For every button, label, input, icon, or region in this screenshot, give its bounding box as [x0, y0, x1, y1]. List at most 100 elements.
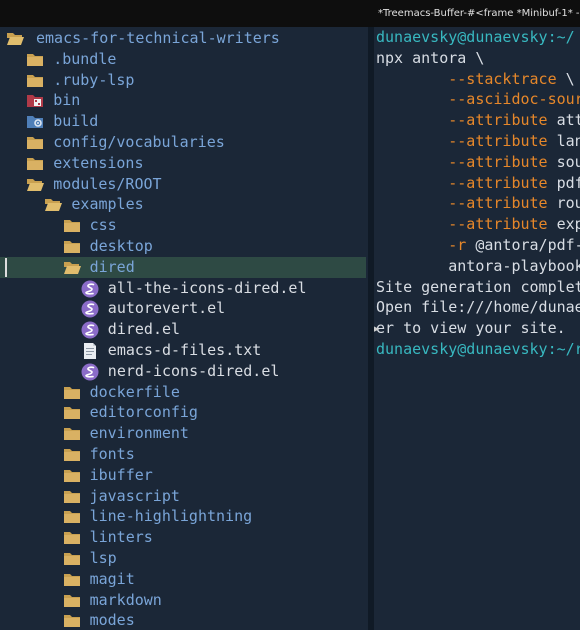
command-flag: -r	[448, 236, 467, 254]
treemacs-panel[interactable]: emacs-for-technical-writers .bundle .ruby-…	[0, 27, 368, 630]
tree-folder-row[interactable]: config/vocabularies	[0, 132, 366, 153]
emacs-icon	[81, 321, 99, 339]
tree-folder-row[interactable]: markdown	[0, 590, 366, 611]
tree-item-label: markdown	[89, 590, 162, 609]
tree-folder-row[interactable]: examples	[0, 194, 366, 215]
tree-item-label: emacs-for-technical-writers	[36, 29, 280, 47]
folder-icon	[63, 425, 81, 442]
tree-folder-row[interactable]: emacs-for-technical-writers	[0, 28, 366, 49]
tree-folder-row[interactable]: ibuffer	[0, 465, 366, 486]
terminal-text: sou	[556, 152, 580, 171]
tree-folder-row[interactable]: extensions	[0, 153, 366, 174]
tree-folder-row[interactable]: environment	[0, 423, 366, 444]
command-flag: --attribute	[448, 173, 548, 192]
shell-prompt: dunaevsky@dunaevsky:~/r	[376, 340, 580, 358]
tree-item-label: dired.el	[107, 320, 181, 339]
tree-folder-row[interactable]: fonts	[0, 444, 366, 465]
tree-folder-row[interactable]: lsp	[0, 548, 366, 569]
tree-folder-row[interactable]: .bundle	[0, 49, 366, 70]
tree-item-label: modes	[89, 611, 135, 630]
tree-folder-row[interactable]: line-highlightning	[0, 506, 366, 527]
folder-open-icon	[26, 176, 45, 193]
emacs-icon	[81, 280, 99, 298]
terminal-text: pdf	[556, 173, 580, 192]
tree-folder-row[interactable]: css	[0, 215, 366, 236]
terminal-line: dunaevsky@dunaevsky:~/r	[376, 340, 580, 361]
folder-icon	[63, 446, 81, 463]
tree-folder-row[interactable]: modes	[0, 610, 366, 630]
tree-item-label: lsp	[89, 549, 117, 567]
terminal-line: --asciidoc-sour	[376, 90, 580, 111]
folder-open-icon	[6, 30, 24, 47]
folder-icon	[63, 550, 81, 567]
text-file-icon	[81, 342, 99, 359]
tree-item-label: bin	[53, 91, 81, 110]
tree-file-row[interactable]: dired.el	[0, 319, 366, 340]
tree-folder-row[interactable]: dired	[0, 256, 366, 278]
tree-item-label: dockerfile	[89, 382, 180, 401]
emacs-icon	[81, 363, 99, 381]
terminal-text: @antora/pdf-	[466, 236, 580, 254]
tree-item-label: emacs-d-files.txt	[107, 341, 262, 359]
folder-open-icon	[63, 259, 81, 276]
tree-item-label: javascript	[89, 486, 180, 505]
tree-folder-row[interactable]: build	[0, 111, 366, 132]
tree-file-row[interactable]: all-the-icons-dired.el	[0, 278, 366, 299]
tree-file-row[interactable]: nerd-icons-dired.el	[0, 361, 366, 382]
command-flag: --attribute	[448, 152, 548, 171]
tree-item-label: modules/ROOT	[53, 174, 162, 193]
terminal-line: -r @antora/pdf-	[376, 236, 580, 257]
tree-folder-row[interactable]: editorconfig	[0, 402, 366, 423]
terminal-line: ▸ er to view your site.	[374, 319, 566, 340]
folder-icon	[63, 488, 81, 505]
tree-file-row[interactable]: autorevert.el	[0, 298, 366, 319]
tree-folder-row[interactable]: desktop	[0, 236, 366, 257]
tree-file-row[interactable]: emacs-d-files.txt	[0, 340, 366, 361]
tree-item-label: linters	[89, 528, 153, 547]
tree-item-label: desktop	[89, 237, 153, 255]
command-flag: --stacktrace	[448, 69, 557, 88]
tree-item-label: examples	[71, 195, 144, 214]
command-flag: --attribute	[448, 111, 548, 130]
terminal-line: Open file:///home/dunae	[376, 298, 580, 319]
terminal-panel[interactable]: dunaevsky@dunaevsky:~/ npx antora \ --sta…	[374, 27, 580, 630]
tree-folder-row[interactable]: .ruby-lsp	[0, 70, 366, 91]
folder-icon	[26, 72, 44, 89]
terminal-text: lan	[556, 132, 580, 150]
terminal-line: npx antora \	[376, 49, 484, 70]
build-folder-icon	[26, 113, 44, 130]
tree-folder-row[interactable]: linters	[0, 527, 366, 548]
tree-folder-row[interactable]: modules/ROOT	[0, 174, 366, 195]
tree-item-label: .ruby-lsp	[53, 70, 135, 89]
tree-item-label: build	[53, 112, 99, 131]
terminal-line: antora-playbook	[376, 257, 580, 278]
tree-folder-row[interactable]: javascript	[0, 486, 366, 507]
terminal-line: Site generation complet	[376, 278, 580, 299]
folder-open-icon	[44, 196, 63, 213]
tree-folder-row[interactable]: bin	[0, 90, 366, 111]
tree-item-label: dired	[89, 257, 135, 276]
terminal-line: --stacktrace \	[376, 69, 575, 91]
command-flag: --attribute	[448, 194, 548, 213]
tree-folder-row[interactable]: magit	[0, 569, 366, 590]
terminal-text: rou	[556, 194, 580, 213]
folder-icon	[63, 592, 81, 609]
tree-item-label: fonts	[89, 445, 135, 463]
tree-item-label: line-highlightning	[89, 507, 253, 526]
tree-item-label: magit	[89, 569, 135, 588]
folder-icon	[26, 134, 44, 151]
terminal-line: --attribute rou	[376, 194, 580, 215]
tree-folder-row[interactable]: dockerfile	[0, 382, 366, 403]
line-marker-icon: ▸	[374, 319, 382, 338]
tree-item-label: autorevert.el	[107, 299, 226, 318]
text-cursor	[5, 257, 7, 277]
folder-icon	[63, 529, 81, 546]
terminal-text: \	[556, 69, 575, 88]
folder-icon	[63, 404, 81, 421]
